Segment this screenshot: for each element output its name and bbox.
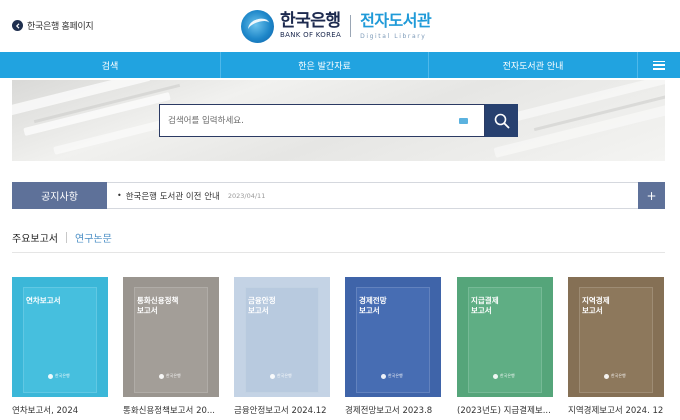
homepage-link[interactable]: 한국은행 홈페이지 [12,19,94,32]
book-cover[interactable]: 금융안정 보고서한국은행 [234,277,330,397]
book-cover-publisher: 한국은행 [166,373,181,378]
book-caption[interactable]: 지역경제보고서 2024. 12 [568,404,668,416]
nav-item-library-guide[interactable]: 전자도서관 안내 [429,52,638,78]
bank-emblem-icon [241,9,274,43]
hamburger-menu-button[interactable] [638,52,680,78]
library-english-text: Digital Library [360,32,427,40]
book-cover-title: 경제전망 보고서 [359,296,387,315]
top-bar: 한국은행 홈페이지 한국은행 BANK OF KOREA 전자도서관 Digit… [0,0,680,52]
main-nav: 검색 한은 발간자료 전자도서관 안내 [0,52,680,78]
notice-date: 2023/04/11 [227,191,266,200]
logo-english-text: BANK OF KOREA [280,31,342,39]
book-cover-publisher: 한국은행 [388,373,403,378]
library-korean-text: 전자도서관 [360,10,432,30]
book-cover[interactable]: 지급결제 보고서한국은행 [457,277,553,397]
bank-emblem-icon [48,374,53,379]
book-cover-title: 지급결제 보고서 [471,296,499,315]
notice-label: 공지사항 [12,181,107,209]
tab-divider [66,232,67,243]
book-cover[interactable]: 연차보고서한국은행 [12,277,108,397]
notice-bar: 공지사항 • 한국은행 도서관 이전 안내 2023/04/11 + [12,181,665,209]
tab-major-reports[interactable]: 주요보고서 [12,230,58,245]
search-button[interactable] [485,104,518,137]
book-cover-title: 금융안정 보고서 [248,296,276,315]
book-caption[interactable]: (2023년도) 지급결제보... [457,404,563,416]
bank-emblem-icon [270,374,275,379]
book-cover-title: 통화신용정책 보고서 [137,296,179,315]
search-box [159,104,485,137]
search-icon [494,113,509,128]
book-caption[interactable]: 금융안정보고서 2024.12 [234,404,340,416]
homepage-link-label: 한국은행 홈페이지 [27,22,94,32]
book-cover-publisher: 한국은행 [55,373,70,378]
book-cover-title: 지역경제 보고서 [582,296,610,315]
notice-more-button[interactable]: + [638,182,665,209]
book-cover-publisher: 한국은행 [277,373,292,378]
hamburger-icon [653,60,665,70]
report-tabs: 주요보고서 연구논문 [12,230,112,245]
book-caption[interactable]: 연차보고서, 2024 [12,404,118,416]
book-caption[interactable]: 경제전망보고서 2023.8 [345,404,451,416]
site-logo[interactable]: 한국은행 BANK OF KOREA 전자도서관 Digital Library [241,8,432,44]
logo-korean-text: 한국은행 [280,11,341,31]
bank-emblem-icon [604,374,609,379]
book-cover-publisher: 한국은행 [611,373,626,378]
notice-title: 한국은행 도서관 이전 안내 [125,191,220,202]
logo-divider [350,15,352,37]
book-cover-publisher: 한국은행 [500,373,515,378]
bank-emblem-icon [159,374,164,379]
search-input[interactable] [160,105,450,136]
notice-item[interactable]: • 한국은행 도서관 이전 안내 2023/04/11 [117,190,265,202]
book-cover[interactable]: 경제전망 보고서한국은행 [345,277,441,397]
bank-emblem-icon [381,374,386,379]
notice-bullet: • [117,191,122,200]
nav-item-publications[interactable]: 한은 발간자료 [221,52,429,78]
book-caption[interactable]: 통화신용정책보고서 20... [123,404,229,416]
book-cover[interactable]: 지역경제 보고서한국은행 [568,277,664,397]
tab-research-papers[interactable]: 연구논문 [75,230,112,245]
virtual-keyboard-icon[interactable] [459,118,468,124]
nav-item-search[interactable]: 검색 [0,52,221,78]
book-cover[interactable]: 통화신용정책 보고서한국은행 [123,277,219,397]
bank-emblem-icon [493,374,498,379]
tab-underline [12,252,665,253]
book-cover-title: 연차보고서 [26,296,61,305]
chevron-left-icon [12,20,23,31]
